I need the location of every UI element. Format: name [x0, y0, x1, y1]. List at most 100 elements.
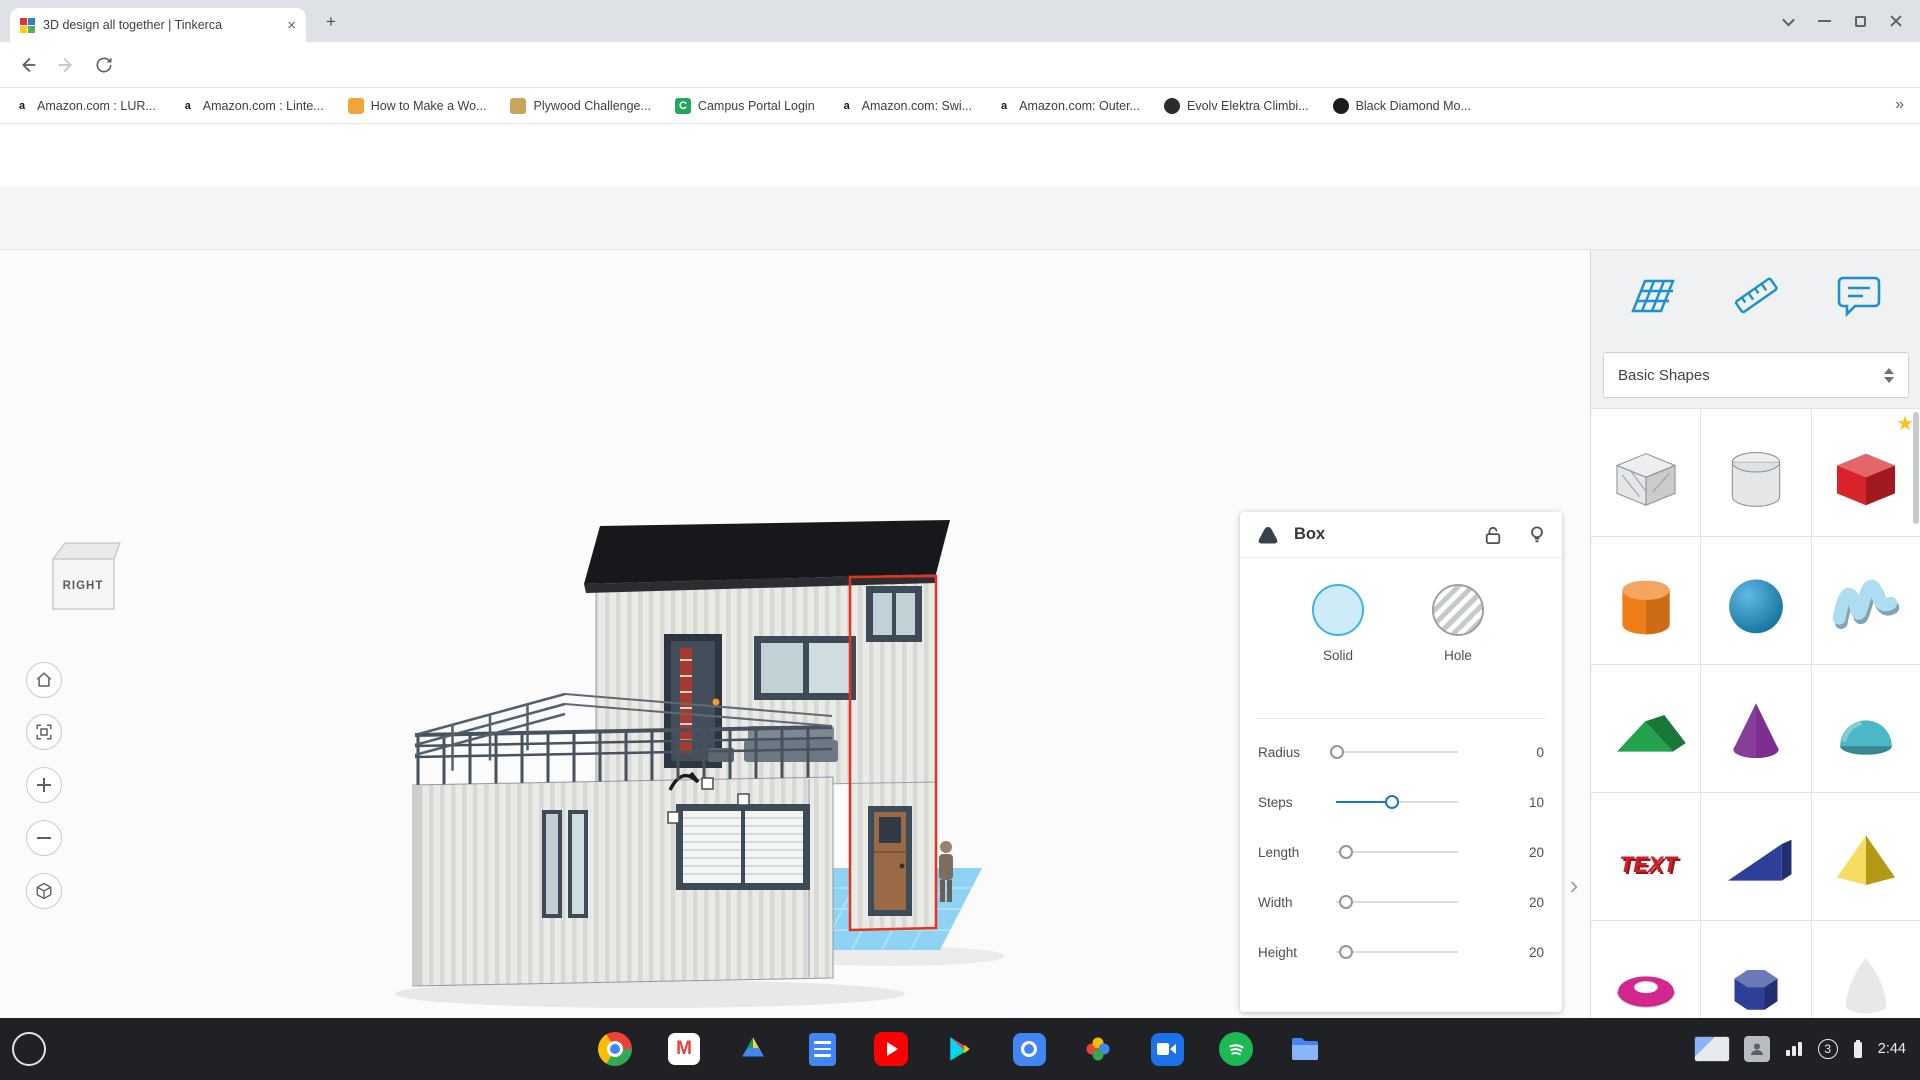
- zoom-out-button[interactable]: [26, 820, 62, 856]
- bookmark-item[interactable]: Plywood Challenge...: [510, 98, 650, 114]
- shelf-app-spotify[interactable]: [1218, 1031, 1254, 1067]
- reload-button[interactable]: [88, 49, 120, 81]
- bookmark-item[interactable]: CCampus Portal Login: [675, 98, 815, 114]
- property-slider[interactable]: [1336, 844, 1458, 860]
- fit-view-button[interactable]: [26, 714, 62, 750]
- workplane-tool[interactable]: [1624, 266, 1682, 324]
- shape-tile-scribble[interactable]: [1812, 537, 1920, 664]
- scrollbar-thumb[interactable]: [1913, 412, 1919, 524]
- property-value: 10: [1458, 795, 1544, 810]
- shape-preview: [1603, 942, 1689, 1019]
- view-cube[interactable]: RIGHT: [46, 536, 126, 620]
- bookmark-label: Amazon.com : Linte...: [203, 99, 324, 113]
- profile-tray-icon[interactable]: [1744, 1036, 1770, 1062]
- slider-handle[interactable]: [1339, 845, 1353, 859]
- solid-option[interactable]: Solid: [1278, 584, 1398, 663]
- bookmark-label: How to Make a Wo...: [371, 99, 487, 113]
- minimize-icon[interactable]: [1806, 0, 1842, 42]
- shelf-app-gmail[interactable]: M: [666, 1031, 702, 1067]
- bookmark-item[interactable]: How to Make a Wo...: [348, 98, 487, 114]
- browser-tab[interactable]: 3D design all together | Tinkerca ×: [10, 8, 306, 42]
- close-window-icon[interactable]: [1878, 0, 1914, 42]
- shape-preview: [1823, 942, 1909, 1019]
- perspective-toggle-button[interactable]: [26, 873, 62, 909]
- zoom-in-button[interactable]: [26, 767, 62, 803]
- slider-handle[interactable]: [1339, 895, 1353, 909]
- shelf-app-camera[interactable]: [1011, 1031, 1047, 1067]
- property-slider[interactable]: [1336, 744, 1458, 760]
- window-menu-icon[interactable]: [1770, 0, 1806, 42]
- home-view-button[interactable]: [26, 662, 62, 698]
- collapse-inspector-icon[interactable]: [1256, 524, 1280, 546]
- shelf-app-chrome[interactable]: [597, 1031, 633, 1067]
- bookmark-item[interactable]: Black Diamond Mo...: [1333, 98, 1471, 114]
- launcher-button[interactable]: [12, 1032, 46, 1066]
- clock: 2:44: [1878, 1041, 1906, 1057]
- shape-tile-cylinder[interactable]: [1591, 537, 1700, 664]
- hide-shape-bulb-icon[interactable]: [1528, 525, 1546, 545]
- browser-tab-strip: 3D design all together | Tinkerca × +: [0, 0, 1920, 42]
- shape-tile-roof[interactable]: [1591, 665, 1700, 792]
- shape-tile-cylinder[interactable]: [1701, 409, 1810, 536]
- bookmark-label: Amazon.com : LUR...: [37, 99, 156, 113]
- ruler-tool[interactable]: [1727, 266, 1785, 324]
- bookmark-item[interactable]: aAmazon.com : LUR...: [14, 98, 156, 114]
- maximize-icon[interactable]: [1842, 0, 1878, 42]
- bookmark-label: Plywood Challenge...: [533, 99, 650, 113]
- play-store-icon: [946, 1034, 974, 1064]
- shelf-app-docs[interactable]: [804, 1031, 840, 1067]
- solid-hole-options: Solid Hole: [1240, 558, 1562, 718]
- property-slider[interactable]: [1336, 794, 1458, 810]
- slider-handle[interactable]: [1385, 795, 1399, 809]
- system-tray[interactable]: 3 2:44: [1694, 1030, 1906, 1068]
- shelf-app-play[interactable]: [942, 1031, 978, 1067]
- container-lower[interactable]: [413, 777, 833, 986]
- shape-tile-pyramid[interactable]: [1812, 793, 1920, 920]
- bookmarks-overflow-icon[interactable]: »: [1895, 96, 1904, 114]
- property-row: Length20: [1240, 827, 1562, 877]
- favorite-star-icon[interactable]: ★: [1896, 411, 1914, 436]
- shape-tile-halfsphere[interactable]: [1812, 665, 1920, 792]
- shelf-app-drive[interactable]: [735, 1031, 771, 1067]
- shape-tile-text3d[interactable]: TEXTTEXT: [1591, 793, 1700, 920]
- bookmark-item[interactable]: aAmazon.com: Swi...: [839, 98, 972, 114]
- container-tower-lower[interactable]: [850, 782, 936, 930]
- notes-tool[interactable]: [1830, 266, 1888, 324]
- slider-handle[interactable]: [1339, 945, 1353, 959]
- shape-preview: [1823, 430, 1909, 516]
- shape-tile-polygon[interactable]: [1701, 921, 1810, 1018]
- property-value: 20: [1458, 945, 1544, 960]
- slider-handle[interactable]: [1330, 745, 1344, 759]
- shape-tile-box[interactable]: ★: [1812, 409, 1920, 536]
- back-button[interactable]: [12, 49, 44, 81]
- shelf-app-youtube[interactable]: [873, 1031, 909, 1067]
- container-house-model[interactable]: [330, 520, 1050, 1018]
- screen-capture-thumbnail[interactable]: [1694, 1036, 1730, 1062]
- property-slider[interactable]: [1336, 894, 1458, 910]
- shelf-app-photos[interactable]: [1080, 1031, 1116, 1067]
- shape-category-dropdown[interactable]: Basic Shapes: [1603, 352, 1909, 398]
- solid-label: Solid: [1323, 648, 1353, 663]
- bookmark-item[interactable]: aAmazon.com : Linte...: [180, 98, 324, 114]
- shape-tile-wedge[interactable]: [1701, 793, 1810, 920]
- hole-swatch: [1432, 584, 1484, 636]
- shape-tile-cone[interactable]: [1701, 665, 1810, 792]
- bookmark-item[interactable]: Evolv Elektra Climbi...: [1164, 98, 1309, 114]
- collapse-panel-button[interactable]: ›: [1560, 850, 1588, 920]
- lock-icon[interactable]: [1484, 525, 1502, 545]
- shape-tile-sphere[interactable]: [1701, 537, 1810, 664]
- shape-preview: [1603, 558, 1689, 644]
- shelf-app-meet[interactable]: [1149, 1031, 1185, 1067]
- tab-close-icon[interactable]: ×: [287, 18, 296, 33]
- new-tab-button[interactable]: +: [320, 11, 342, 33]
- 3d-viewport[interactable]: RIGHT: [0, 250, 1590, 1018]
- hole-option[interactable]: Hole: [1398, 584, 1518, 663]
- forward-button[interactable]: [50, 49, 82, 81]
- bookmark-item[interactable]: aAmazon.com: Outer...: [996, 98, 1140, 114]
- bookmark-favicon: a: [839, 98, 855, 114]
- shelf-app-files[interactable]: [1287, 1031, 1323, 1067]
- property-slider[interactable]: [1336, 944, 1458, 960]
- shape-tile-box[interactable]: [1591, 409, 1700, 536]
- shape-tile-torus[interactable]: [1591, 921, 1700, 1018]
- shape-tile-paraboloid[interactable]: [1812, 921, 1920, 1018]
